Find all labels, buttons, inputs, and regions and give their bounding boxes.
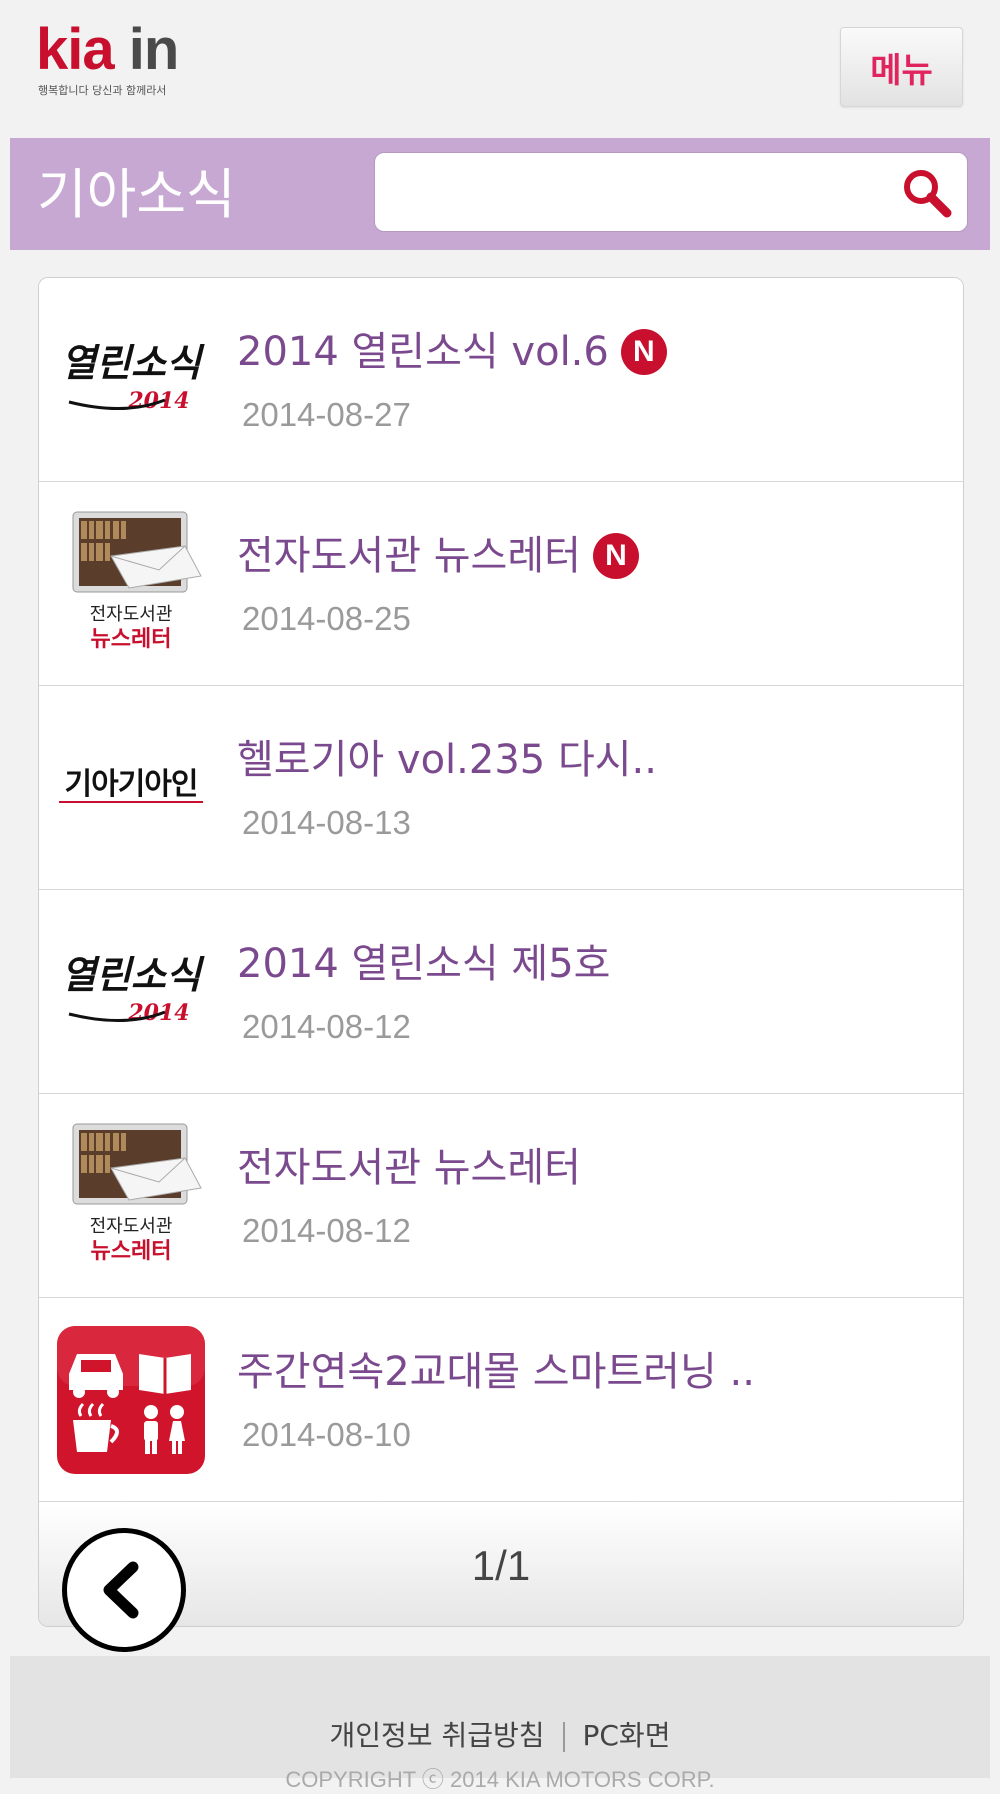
item-title[interactable]: 2014 열린소식 vol.6 N [237, 326, 667, 378]
search-input[interactable] [385, 163, 879, 223]
logo-in-text: in [128, 17, 180, 82]
item-title[interactable]: 2014 열린소식 제5호 [237, 938, 610, 990]
item-title[interactable]: 전자도서관 뉴스레터 [237, 1142, 581, 1194]
smart-learning-app-icon [55, 1324, 207, 1476]
open-news-2014-thumbnail: 열린소식 2014 [55, 916, 207, 1068]
list-item[interactable]: 기아기아인 헬로기아 vol.235 다시.. 2014-08-13 [39, 686, 963, 890]
item-title[interactable]: 헬로기아 vol.235 다시.. [237, 734, 657, 786]
open-news-2014-thumbnail: 열린소식 2014 [55, 304, 207, 456]
item-title-text: 전자도서관 뉴스레터 [237, 533, 581, 579]
list-item[interactable]: 열린소식 2014 2014 열린소식 제5호 2014-08-12 [39, 890, 963, 1094]
menu-button[interactable]: 메뉴 [840, 27, 963, 107]
logo-tagline: 행복합니다 당신과 함께라서 [38, 84, 167, 97]
search-icon[interactable] [899, 165, 955, 221]
copyright-text: COPYRIGHT ⓒ 2014 KIA MOTORS CORP. [285, 1767, 715, 1792]
back-button[interactable] [62, 1528, 186, 1652]
item-title-text: 헬로기아 vol.235 다시.. [237, 737, 657, 783]
footer-divider [562, 1722, 565, 1752]
item-title[interactable]: 주간연속2교대몰 스마트러닝 .. [237, 1346, 755, 1398]
chevron-left-icon [103, 1561, 139, 1619]
item-date: 2014-08-27 [242, 396, 411, 433]
new-badge: N [592, 533, 639, 579]
privacy-policy-link[interactable]: 개인정보 취급방침 [330, 1719, 545, 1752]
pc-view-link[interactable]: PC화면 [583, 1719, 671, 1752]
list-item[interactable]: 전자도서관 뉴스레터 전자도서관 뉴스레터 2014-08-12 [39, 1094, 963, 1298]
item-title-text: 주간연속2교대몰 스마트러닝 .. [237, 1349, 755, 1395]
svg-text:전자도서관: 전자도서관 [90, 604, 173, 625]
kia-in-logo[interactable]: kia in 행복합니다 당신과 함께라서 [36, 20, 196, 105]
footer: 개인정보 취급방침 PC화면 COPYRIGHT ⓒ 2014 KIA MOTOR… [10, 1656, 990, 1792]
item-date: 2014-08-12 [242, 1008, 411, 1045]
svg-text:열린소식: 열린소식 [61, 340, 205, 385]
list-item[interactable]: 전자도서관 뉴스레터 전자도서관 뉴스레터 N 2014-08-25 [39, 482, 963, 686]
footer-links: 개인정보 취급방침 PC화면 [10, 1714, 990, 1754]
item-title[interactable]: 전자도서관 뉴스레터 N [237, 530, 639, 582]
e-library-newsletter-thumbnail: 전자도서관 뉴스레터 [55, 1120, 207, 1272]
item-title-text: 2014 열린소식 vol.6 [237, 329, 609, 375]
search-box [374, 152, 968, 232]
new-badge: N [620, 329, 667, 375]
e-library-newsletter-thumbnail: 전자도서관 뉴스레터 [55, 508, 207, 660]
item-date: 2014-08-25 [242, 600, 411, 637]
svg-text:전자도서관: 전자도서관 [90, 1216, 173, 1237]
page-title: 기아소식 [37, 163, 236, 226]
kia-kia-in-thumbnail: 기아기아인 [55, 712, 207, 864]
svg-text:기아기아인: 기아기아인 [65, 767, 198, 802]
item-date: 2014-08-10 [242, 1416, 411, 1453]
list-item[interactable]: 주간연속2교대몰 스마트러닝 .. 2014-08-10 [39, 1298, 963, 1502]
item-title-text: 전자도서관 뉴스레터 [237, 1145, 581, 1191]
item-title-text: 2014 열린소식 제5호 [237, 941, 611, 987]
svg-text:뉴스레터: 뉴스레터 [91, 627, 172, 652]
list-item[interactable]: 열린소식 2014 2014 열린소식 vol.6 N 2014-08-27 [39, 278, 963, 482]
svg-text:열린소식: 열린소식 [61, 952, 205, 997]
logo-kia-text: kia [36, 17, 115, 82]
logo-wordmark: kia in [36, 17, 180, 82]
news-list: 열린소식 2014 2014 열린소식 vol.6 N 2014-08-27 전… [38, 277, 964, 1627]
section-title-bar: 기아소식 [10, 138, 990, 250]
app-header: kia in 행복합니다 당신과 함께라서 메뉴 [0, 0, 1000, 135]
svg-text:뉴스레터: 뉴스레터 [91, 1239, 172, 1264]
item-date: 2014-08-12 [242, 1212, 411, 1249]
item-date: 2014-08-13 [242, 804, 411, 841]
